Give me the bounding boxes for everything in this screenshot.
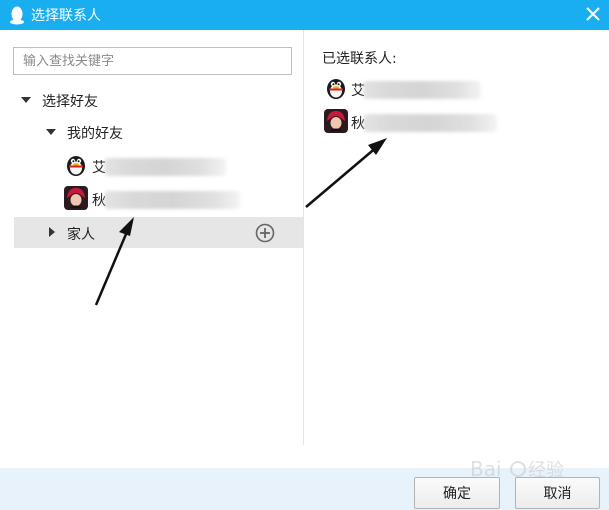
selected-contacts-title: 已选联系人:: [322, 51, 397, 67]
contact-row[interactable]: 秋: [0, 184, 303, 214]
redacted-name: [363, 81, 481, 99]
expand-arrow-down-icon[interactable]: [21, 97, 31, 103]
qq-penguin-icon: [10, 6, 24, 25]
group-label: 家人: [67, 227, 95, 243]
tree-root-friends[interactable]: 选择好友: [0, 85, 303, 115]
title-bar: 选择联系人: [0, 0, 609, 30]
search-input[interactable]: [14, 48, 291, 74]
redacted-name: [363, 114, 497, 132]
watermark-logo: Bai 经验: [470, 457, 564, 481]
plus-circle-icon[interactable]: [255, 223, 275, 243]
red-hair-avatar-icon: [324, 109, 348, 133]
penguin-avatar-icon: [67, 156, 85, 176]
close-icon[interactable]: [582, 2, 604, 26]
tree-group-my-friends[interactable]: 我的好友: [0, 117, 303, 147]
redacted-name: [104, 191, 240, 209]
expand-arrow-right-icon[interactable]: [49, 227, 55, 237]
red-hair-avatar-icon: [64, 186, 88, 210]
panel-divider: [303, 30, 304, 445]
search-box[interactable]: [13, 47, 292, 75]
penguin-avatar-icon: [327, 79, 345, 99]
selected-contact-row[interactable]: 艾: [320, 74, 600, 104]
selected-contact-row[interactable]: 秋: [320, 107, 600, 137]
window-title: 选择联系人: [31, 8, 101, 24]
tree-root-label: 选择好友: [42, 94, 98, 110]
svg-text:Bai: Bai: [470, 457, 502, 481]
group-label: 我的好友: [67, 126, 123, 142]
svg-text:经验: 经验: [528, 460, 564, 481]
arrow-right: [305, 138, 387, 208]
contact-row[interactable]: 艾: [0, 151, 303, 181]
redacted-name: [104, 158, 226, 176]
expand-arrow-down-icon[interactable]: [46, 129, 56, 135]
